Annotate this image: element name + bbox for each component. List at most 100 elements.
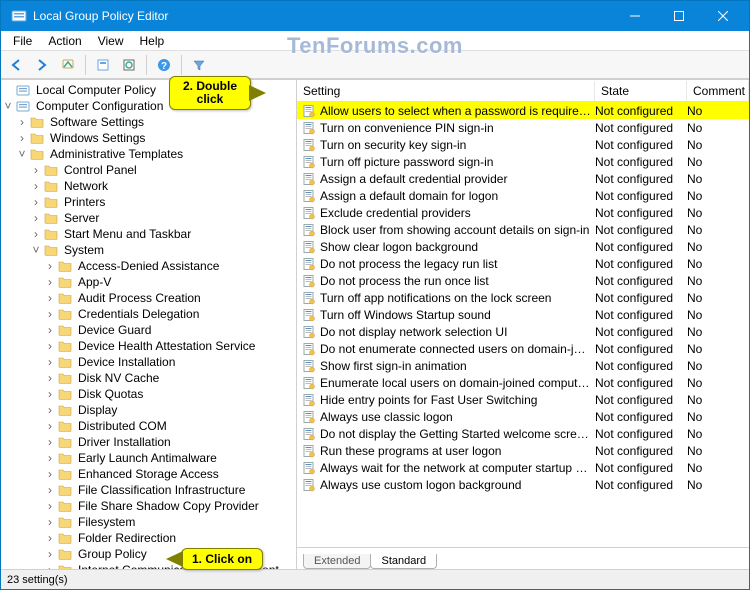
properties-button[interactable] xyxy=(92,54,114,76)
tree-twisty[interactable]: › xyxy=(43,370,57,386)
help-button[interactable]: ? xyxy=(153,54,175,76)
tree-folder[interactable]: ›Control Panel xyxy=(1,162,296,178)
tree-twisty[interactable]: › xyxy=(43,338,57,354)
tree-twisty[interactable]: › xyxy=(15,130,29,146)
menu-help[interactable]: Help xyxy=(132,32,173,50)
tab-standard[interactable]: Standard xyxy=(370,554,437,569)
tree-twisty[interactable]: › xyxy=(43,274,57,290)
tree-folder[interactable]: ›Display xyxy=(1,402,296,418)
tree-twisty[interactable]: › xyxy=(43,450,57,466)
tree-folder[interactable]: ›Audit Process Creation xyxy=(1,290,296,306)
tree-twisty[interactable]: ˅ xyxy=(29,242,43,258)
tree-folder[interactable]: ›Disk NV Cache xyxy=(1,370,296,386)
tree-twisty[interactable]: › xyxy=(43,482,57,498)
tree-folder[interactable]: ›File Share Shadow Copy Provider xyxy=(1,498,296,514)
settings-list[interactable]: Setting State Comment Allow users to sel… xyxy=(297,80,749,547)
setting-row[interactable]: Always use custom logon backgroundNot co… xyxy=(297,476,749,493)
setting-row[interactable]: Exclude credential providersNot configur… xyxy=(297,204,749,221)
tree-twisty[interactable]: › xyxy=(43,562,57,569)
tree-folder[interactable]: ›Device Guard xyxy=(1,322,296,338)
tree-folder[interactable]: ›Credentials Delegation xyxy=(1,306,296,322)
tree-folder[interactable]: ›Network xyxy=(1,178,296,194)
setting-row[interactable]: Always use classic logonNot configuredNo xyxy=(297,408,749,425)
tree-windows-settings[interactable]: ›Windows Settings xyxy=(1,130,296,146)
tree-twisty[interactable]: › xyxy=(43,530,57,546)
tree-folder[interactable]: ›Device Health Attestation Service xyxy=(1,338,296,354)
column-header-state[interactable]: State xyxy=(595,81,687,101)
setting-row[interactable]: Turn off Windows Startup soundNot config… xyxy=(297,306,749,323)
back-button[interactable] xyxy=(5,54,27,76)
setting-row[interactable]: Hide entry points for Fast User Switchin… xyxy=(297,391,749,408)
tree-twisty[interactable]: › xyxy=(43,386,57,402)
setting-row[interactable]: Always wait for the network at computer … xyxy=(297,459,749,476)
tab-extended[interactable]: Extended xyxy=(303,554,371,569)
tree-software-settings[interactable]: ›Software Settings xyxy=(1,114,296,130)
tree-system[interactable]: ˅System xyxy=(1,242,296,258)
setting-row[interactable]: Block user from showing account details … xyxy=(297,221,749,238)
up-button[interactable] xyxy=(57,54,79,76)
tree-folder[interactable]: ›Access-Denied Assistance xyxy=(1,258,296,274)
setting-row[interactable]: Run these programs at user logonNot conf… xyxy=(297,442,749,459)
tree-twisty[interactable]: › xyxy=(43,290,57,306)
tree-twisty[interactable]: › xyxy=(43,466,57,482)
tree-twisty[interactable]: ˅ xyxy=(1,98,15,114)
tree-twisty[interactable]: › xyxy=(43,418,57,434)
forward-button[interactable] xyxy=(31,54,53,76)
column-header-comment[interactable]: Comment xyxy=(687,81,749,101)
tree-twisty[interactable]: › xyxy=(29,178,43,194)
setting-row[interactable]: Enumerate local users on domain-joined c… xyxy=(297,374,749,391)
refresh-button[interactable] xyxy=(118,54,140,76)
tree-twisty[interactable]: › xyxy=(43,354,57,370)
tree-folder[interactable]: ›Start Menu and Taskbar xyxy=(1,226,296,242)
setting-row[interactable]: Do not enumerate connected users on doma… xyxy=(297,340,749,357)
tree-twisty[interactable]: › xyxy=(43,434,57,450)
maximize-button[interactable] xyxy=(657,1,701,31)
tree-folder[interactable]: ›Device Installation xyxy=(1,354,296,370)
menu-view[interactable]: View xyxy=(90,32,132,50)
menu-action[interactable]: Action xyxy=(40,32,89,50)
tree-twisty[interactable]: › xyxy=(29,162,43,178)
setting-row[interactable]: Turn off app notifications on the lock s… xyxy=(297,289,749,306)
setting-row[interactable]: Turn on convenience PIN sign-inNot confi… xyxy=(297,119,749,136)
setting-row[interactable]: Do not process the run once listNot conf… xyxy=(297,272,749,289)
tree-twisty[interactable]: › xyxy=(43,258,57,274)
tree-twisty[interactable]: › xyxy=(43,402,57,418)
tree-folder[interactable]: ›Server xyxy=(1,210,296,226)
setting-row[interactable]: Assign a default domain for logonNot con… xyxy=(297,187,749,204)
tree-twisty[interactable]: › xyxy=(29,194,43,210)
setting-row[interactable]: Turn off picture password sign-inNot con… xyxy=(297,153,749,170)
setting-row[interactable]: Show first sign-in animationNot configur… xyxy=(297,357,749,374)
tree-folder[interactable]: ›Filesystem xyxy=(1,514,296,530)
setting-row[interactable]: Do not display the Getting Started welco… xyxy=(297,425,749,442)
tree-twisty[interactable]: › xyxy=(43,306,57,322)
column-header-setting[interactable]: Setting xyxy=(297,81,595,101)
tree-twisty[interactable]: › xyxy=(29,210,43,226)
tree-twisty[interactable]: › xyxy=(43,546,57,562)
tree-folder[interactable]: ›Disk Quotas xyxy=(1,386,296,402)
tree-twisty[interactable]: ˅ xyxy=(15,146,29,162)
tree-pane[interactable]: Local Computer Policy˅Computer Configura… xyxy=(1,80,297,569)
minimize-button[interactable] xyxy=(613,1,657,31)
setting-row[interactable]: Do not display network selection UINot c… xyxy=(297,323,749,340)
tree-folder[interactable]: ›Enhanced Storage Access xyxy=(1,466,296,482)
setting-row[interactable]: Assign a default credential providerNot … xyxy=(297,170,749,187)
tree-twisty[interactable]: › xyxy=(43,498,57,514)
tree-folder[interactable]: ›Printers xyxy=(1,194,296,210)
close-button[interactable] xyxy=(701,1,745,31)
tree-folder[interactable]: ›Folder Redirection xyxy=(1,530,296,546)
tree-folder[interactable]: ›File Classification Infrastructure xyxy=(1,482,296,498)
filter-button[interactable] xyxy=(188,54,210,76)
tree-folder[interactable]: ›App-V xyxy=(1,274,296,290)
tree-twisty[interactable]: › xyxy=(43,322,57,338)
tree-folder[interactable]: ›Driver Installation xyxy=(1,434,296,450)
menu-file[interactable]: File xyxy=(5,32,40,50)
setting-row[interactable]: Do not process the legacy run listNot co… xyxy=(297,255,749,272)
tree-twisty[interactable]: › xyxy=(15,114,29,130)
setting-row[interactable]: Allow users to select when a password is… xyxy=(297,102,749,119)
tree-twisty[interactable]: › xyxy=(29,226,43,242)
setting-row[interactable]: Show clear logon backgroundNot configure… xyxy=(297,238,749,255)
tree-twisty[interactable]: › xyxy=(43,514,57,530)
tree-administrative-templates[interactable]: ˅Administrative Templates xyxy=(1,146,296,162)
tree-folder[interactable]: ›Early Launch Antimalware xyxy=(1,450,296,466)
setting-row[interactable]: Turn on security key sign-inNot configur… xyxy=(297,136,749,153)
